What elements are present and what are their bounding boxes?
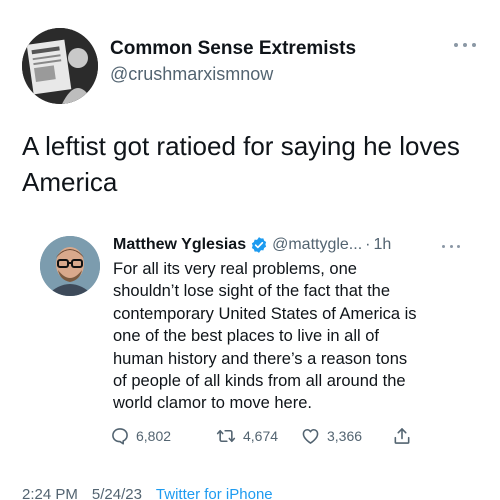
like-count: 3,366 xyxy=(327,428,363,444)
quoted-text-line: shouldn’t lose sight of the fact that th… xyxy=(113,282,391,301)
newspaper-photo-avatar-icon xyxy=(22,28,98,104)
share-button[interactable] xyxy=(392,426,412,446)
reply-icon xyxy=(112,428,128,445)
quoted-text-line: one of the best places to live in all of xyxy=(113,327,379,346)
post-time: 2:24 PM xyxy=(22,486,78,500)
quoted-text-line: For all its very real problems, one xyxy=(113,260,357,278)
source-link[interactable]: Twitter for iPhone xyxy=(156,486,273,500)
reply-button[interactable]: 6,802 xyxy=(110,426,215,446)
tweet-text: A leftist got ratioed for saying he love… xyxy=(22,131,460,197)
quoted-timestamp[interactable]: 1h xyxy=(373,236,391,254)
like-button[interactable]: 3,366 xyxy=(300,426,392,446)
share-icon xyxy=(394,428,410,444)
author-name[interactable]: Common Sense Extremists xyxy=(110,38,356,60)
quoted-author-avatar[interactable] xyxy=(40,236,100,296)
quoted-text-line: contemporary United States of America is xyxy=(113,304,417,323)
quoted-tweet-header: Matthew Yglesias @mattygle... · 1h xyxy=(113,236,391,254)
quoted-author-handle[interactable]: @mattygle... xyxy=(272,236,362,254)
reply-count: 6,802 xyxy=(136,428,172,444)
retweet-icon xyxy=(216,429,236,443)
retweet-button[interactable]: 4,674 xyxy=(215,426,300,446)
author-handle[interactable]: @crushmarxismnow xyxy=(110,64,273,85)
quoted-text-line: world clamor to move here. xyxy=(113,394,312,413)
tweet-footer: 2:24 PM 5/24/23 Twitter for iPhone xyxy=(22,486,273,500)
heart-icon xyxy=(302,428,319,444)
tweet-actions: 6,802 4,674 3,366 xyxy=(110,426,412,446)
quoted-author-name[interactable]: Matthew Yglesias xyxy=(113,236,246,254)
quoted-text-line: of people of all kinds from all around t… xyxy=(113,372,406,391)
quoted-tweet-text: For all its very real problems, one shou… xyxy=(113,258,468,415)
author-avatar[interactable] xyxy=(22,28,98,104)
tweet-page: Common Sense Extremists @crushmarxismnow… xyxy=(0,0,500,500)
quoted-text-line: human history and there’s a reason tons xyxy=(113,349,408,368)
quoted-more-options-icon[interactable] xyxy=(442,242,460,250)
post-date: 5/24/23 xyxy=(91,486,142,500)
more-options-icon[interactable] xyxy=(454,40,476,50)
header-separator: · xyxy=(365,236,371,253)
person-with-glasses-icon xyxy=(40,236,100,296)
verified-badge-icon xyxy=(250,236,268,254)
retweet-count: 4,674 xyxy=(243,428,279,444)
